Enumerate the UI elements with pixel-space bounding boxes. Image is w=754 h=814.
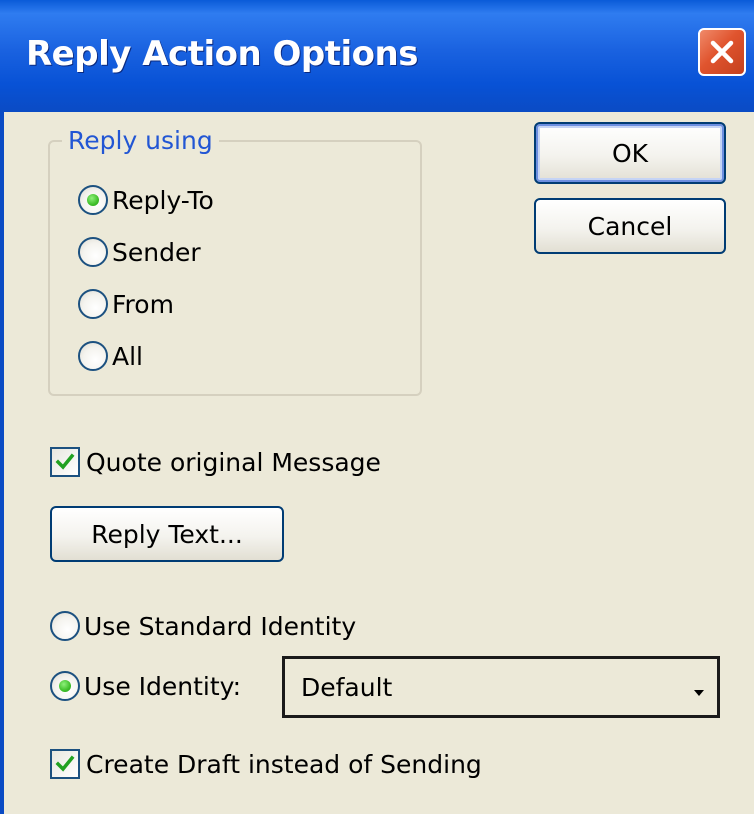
radio-sender-label: Sender [112, 237, 201, 267]
radio-all[interactable]: All [78, 336, 143, 376]
quote-original-label: Quote original Message [86, 447, 381, 477]
checkmark-icon [55, 453, 75, 470]
radio-button[interactable] [78, 341, 108, 371]
identity-select-value: Default [301, 673, 393, 702]
cancel-button[interactable]: Cancel [534, 198, 726, 254]
radio-from-label: From [112, 289, 174, 319]
radio-button[interactable] [78, 237, 108, 267]
window-border [0, 112, 4, 814]
dropdown-arrow-icon [694, 690, 704, 696]
ok-button[interactable]: OK [534, 122, 726, 184]
radio-button[interactable] [78, 185, 108, 215]
radio-button[interactable] [78, 289, 108, 319]
quote-original-checkbox[interactable] [50, 447, 80, 477]
reply-action-options-dialog: Reply Action Options Reply using Reply-T… [0, 0, 754, 814]
use-identity-label: Use Identity: [84, 671, 242, 701]
radio-button[interactable] [50, 611, 80, 641]
radio-reply-to[interactable]: Reply-To [78, 180, 214, 220]
radio-from[interactable]: From [78, 284, 174, 324]
radio-use-identity[interactable]: Use Identity: [50, 666, 241, 706]
checkmark-icon [55, 755, 75, 772]
reply-using-legend: Reply using [62, 124, 219, 158]
use-standard-identity-label: Use Standard Identity [84, 611, 357, 641]
create-draft-checkbox-row[interactable]: Create Draft instead of Sending [50, 744, 482, 784]
radio-reply-to-label: Reply-To [112, 185, 214, 215]
dialog-title: Reply Action Options [26, 34, 418, 74]
quote-original-checkbox-row[interactable]: Quote original Message [50, 442, 381, 482]
identity-select[interactable]: Default [282, 656, 720, 718]
radio-all-label: All [112, 341, 143, 371]
create-draft-checkbox[interactable] [50, 749, 80, 779]
radio-button[interactable] [50, 671, 80, 701]
title-bar[interactable]: Reply Action Options [0, 0, 754, 112]
create-draft-label: Create Draft instead of Sending [86, 749, 482, 779]
radio-sender[interactable]: Sender [78, 232, 201, 272]
close-button[interactable] [698, 28, 746, 76]
reply-text-button[interactable]: Reply Text... [50, 506, 284, 562]
radio-use-standard-identity[interactable]: Use Standard Identity [50, 606, 356, 646]
close-icon [710, 40, 734, 64]
